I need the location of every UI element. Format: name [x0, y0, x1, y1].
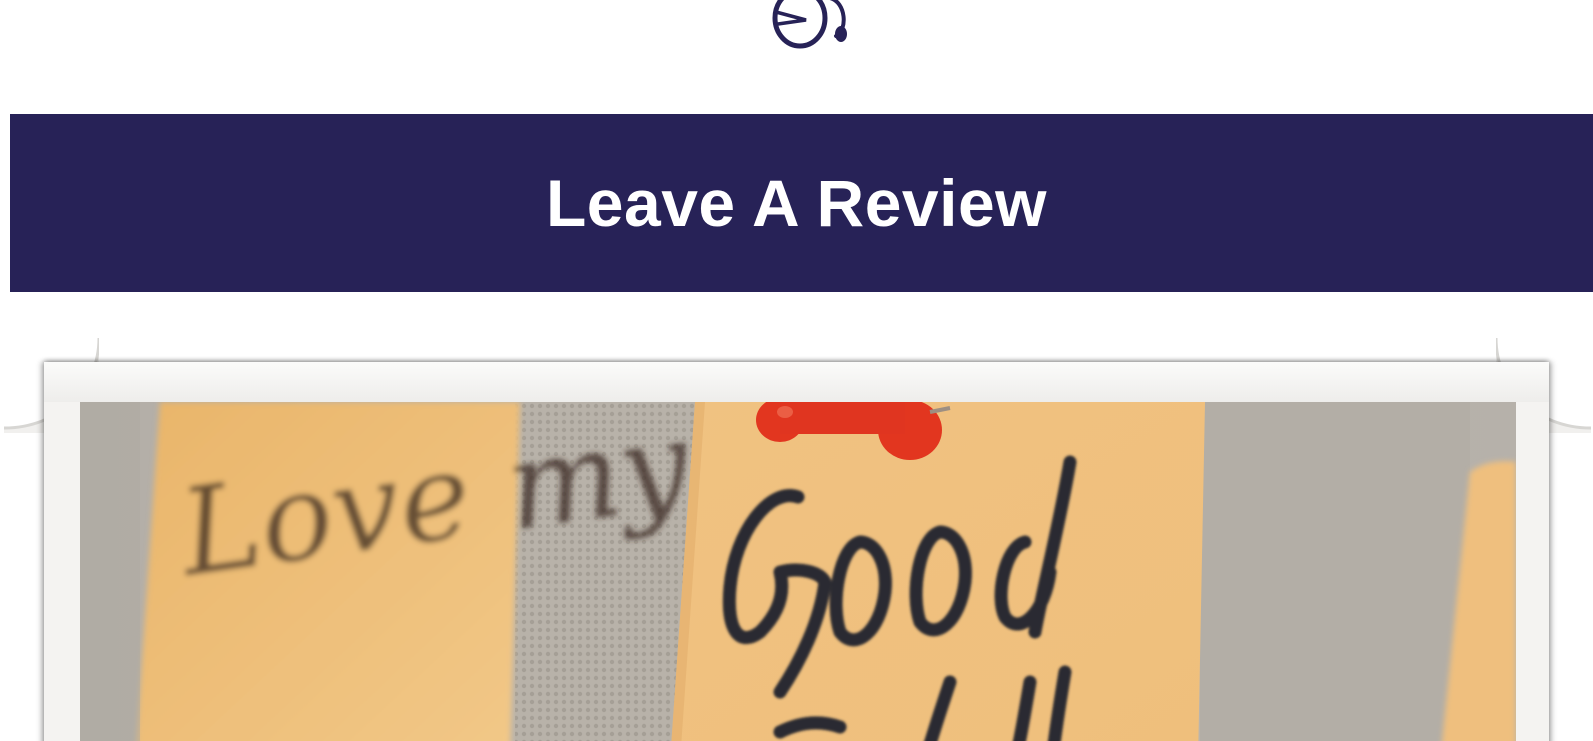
sticky-notes-photo-svg: Love my — [80, 402, 1516, 741]
frame-top-edge — [44, 362, 1549, 402]
photo-frame: Love my — [44, 362, 1549, 741]
sticky-notes-photo: Love my — [80, 402, 1516, 741]
page-banner: Leave A Review — [10, 114, 1593, 292]
page: Leave A Review Love my — [0, 0, 1593, 741]
page-title: Leave A Review — [545, 166, 1048, 240]
headset-logo-icon[interactable] — [748, 0, 858, 50]
